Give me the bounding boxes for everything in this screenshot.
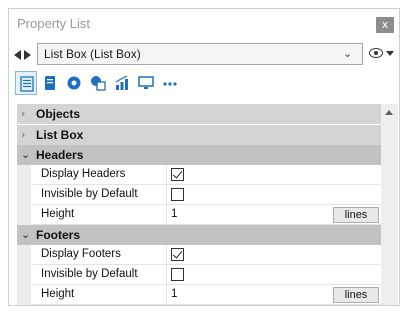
property-name: Invisible by Default — [41, 268, 138, 280]
property-name: Display Headers — [41, 168, 126, 180]
chevron-down-icon: ⌄ — [343, 47, 353, 60]
selected-object: List Box (List Box) — [44, 47, 141, 61]
scroll-up-icon[interactable] — [385, 110, 393, 115]
chevron-down-icon: ⌄ — [21, 228, 31, 241]
previous-arrow-icon[interactable] — [14, 50, 21, 60]
property-row-footer-height: Height 1 lines — [17, 285, 389, 305]
property-name: Height — [41, 288, 75, 300]
property-row-invisible-by-default: Invisible by Default — [17, 265, 389, 285]
chevron-right-icon: › — [21, 107, 26, 120]
category-label: Objects — [36, 107, 81, 121]
next-arrow-icon[interactable] — [24, 50, 31, 60]
chevron-right-icon: › — [21, 128, 26, 141]
tab-shapes[interactable] — [87, 71, 109, 95]
category-objects[interactable]: › Objects — [17, 104, 389, 124]
property-name: Height — [41, 208, 75, 220]
header-height-unit-button[interactable]: lines — [333, 207, 379, 223]
category-list-box[interactable]: › List Box — [17, 125, 389, 145]
footer-height-unit-button[interactable]: lines — [333, 287, 379, 303]
property-row-invisible-by-default: Invisible by Default — [17, 185, 389, 205]
property-theme-toolbar — [13, 71, 193, 97]
monitor-icon — [138, 76, 154, 89]
more-icon — [163, 82, 177, 86]
category-label: Footers — [36, 228, 81, 242]
tab-more[interactable] — [159, 71, 181, 95]
property-row-display-headers: Display Headers — [17, 165, 389, 185]
category-headers[interactable]: ⌄ Headers — [17, 145, 389, 165]
document-icon — [45, 76, 55, 90]
tab-document[interactable] — [39, 71, 61, 95]
footer-height-value[interactable]: 1 — [171, 288, 177, 300]
eye-icon — [369, 48, 383, 58]
navigation-arrows — [14, 48, 38, 62]
property-row-display-footers: Display Footers — [17, 245, 389, 265]
property-row-header-height: Height 1 lines — [17, 205, 389, 225]
footers-invisible-by-default-checkbox[interactable] — [171, 268, 184, 281]
caret-down-icon — [386, 51, 394, 56]
settings-gear-icon — [67, 76, 81, 90]
property-name: Display Footers — [41, 248, 121, 260]
tab-chart[interactable] — [111, 71, 133, 95]
property-grid: › Objects › List Box ⌄ Headers Display H… — [17, 104, 389, 305]
object-selector-dropdown[interactable]: List Box (List Box) ⌄ — [37, 43, 363, 65]
visibility-menu-button[interactable] — [369, 46, 397, 62]
vertical-scrollbar[interactable] — [381, 104, 398, 305]
property-list-icon — [20, 76, 34, 92]
category-label: List Box — [36, 128, 84, 142]
close-button[interactable]: x — [376, 17, 394, 33]
category-footers[interactable]: ⌄ Footers — [17, 225, 389, 245]
display-footers-checkbox[interactable] — [171, 248, 184, 261]
chart-icon — [115, 75, 128, 90]
title-bar: Property List x — [9, 9, 399, 37]
panel-title: Property List — [17, 16, 90, 31]
tab-settings[interactable] — [63, 71, 85, 95]
category-label: Headers — [36, 148, 84, 162]
tab-property-list[interactable] — [15, 71, 37, 95]
property-list-panel: Property List x List Box (List Box) ⌄ › … — [8, 8, 400, 306]
shapes-icon — [91, 76, 106, 91]
headers-invisible-by-default-checkbox[interactable] — [171, 188, 184, 201]
tab-monitor[interactable] — [135, 71, 157, 95]
close-icon: x — [381, 18, 389, 31]
header-height-value[interactable]: 1 — [171, 208, 177, 220]
chevron-down-icon: ⌄ — [21, 148, 31, 161]
property-name: Invisible by Default — [41, 188, 138, 200]
object-selector-row: List Box (List Box) ⌄ — [9, 43, 399, 67]
display-headers-checkbox[interactable] — [171, 168, 184, 181]
